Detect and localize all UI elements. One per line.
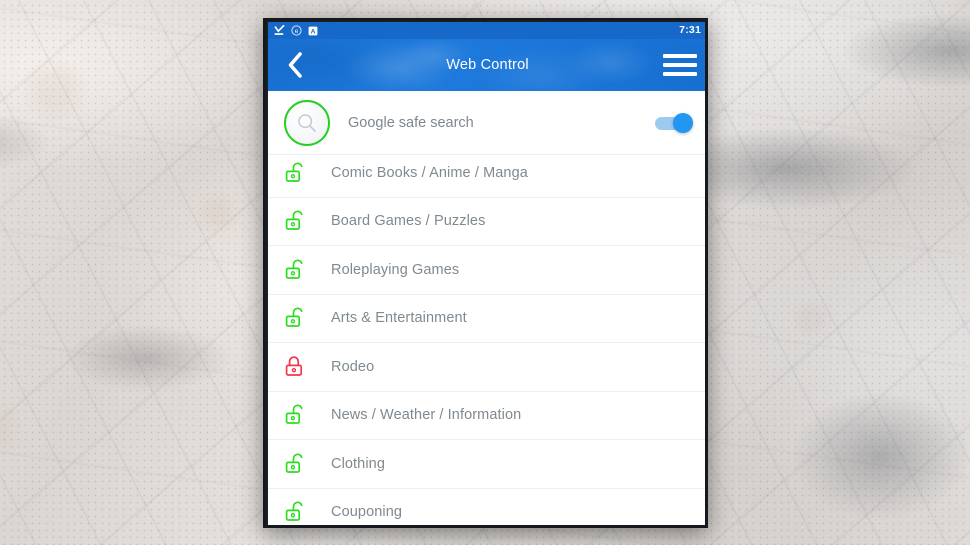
square-a-badge-icon: A [308, 26, 318, 35]
app-bar-content: Web Control [268, 39, 705, 91]
menu-bar-bottom [663, 72, 697, 76]
back-button[interactable] [278, 45, 312, 85]
category-list: Comic Books / Anime / Manga Board Games /… [268, 155, 705, 526]
category-label: Clothing [331, 455, 385, 472]
menu-bar-middle [663, 63, 697, 67]
google-safe-search-toggle[interactable] [655, 112, 693, 133]
phone-screen: e A 7:31 Web Control Google safe search … [268, 22, 705, 526]
google-safe-search-label: Google safe search [348, 114, 474, 131]
category-row[interactable]: Couponing [268, 488, 705, 526]
status-bar-icons: e A [274, 25, 318, 36]
category-row[interactable]: Roleplaying Games [268, 246, 705, 295]
category-row[interactable]: Arts & Entertainment [268, 294, 705, 343]
magnifier-icon [284, 99, 330, 146]
padlock-open-icon[interactable] [284, 303, 310, 333]
category-row[interactable]: News / Weather / Information [268, 391, 705, 440]
svg-text:A: A [311, 28, 316, 35]
padlock-open-icon[interactable] [284, 400, 310, 430]
padlock-closed-icon[interactable] [284, 352, 310, 382]
status-bar: e A 7:31 [268, 22, 705, 39]
phone-device-frame: e A 7:31 Web Control Google safe search … [263, 18, 708, 528]
category-label: Rodeo [331, 358, 375, 375]
category-label: Couponing [331, 504, 403, 521]
category-row[interactable]: Clothing [268, 440, 705, 489]
category-label: Roleplaying Games [331, 261, 460, 278]
category-label: Arts & Entertainment [331, 310, 467, 327]
category-label: News / Weather / Information [331, 407, 522, 424]
download-check-icon [274, 25, 285, 35]
toggle-thumb [673, 112, 693, 133]
padlock-open-icon[interactable] [284, 206, 310, 236]
google-safe-search-row[interactable]: Google safe search [268, 91, 705, 155]
hamburger-menu-icon[interactable] [663, 45, 697, 85]
category-row[interactable]: Comic Books / Anime / Manga [268, 155, 705, 198]
category-label: Comic Books / Anime / Manga [331, 164, 528, 181]
page-title: Web Control [446, 57, 529, 73]
menu-bar-top [663, 54, 697, 58]
category-label: Board Games / Puzzles [331, 213, 486, 230]
padlock-open-icon[interactable] [284, 158, 310, 188]
category-row[interactable]: Board Games / Puzzles [268, 197, 705, 246]
padlock-open-icon[interactable] [284, 255, 310, 285]
padlock-open-icon[interactable] [284, 449, 310, 479]
app-bar: Web Control [268, 39, 705, 91]
circled-e-badge-icon: e [291, 25, 302, 36]
svg-text:e: e [295, 28, 299, 35]
chevron-left-icon [288, 52, 302, 78]
category-row[interactable]: Rodeo [268, 343, 705, 392]
padlock-open-icon[interactable] [284, 497, 310, 526]
status-bar-clock: 7:31 [679, 24, 701, 37]
